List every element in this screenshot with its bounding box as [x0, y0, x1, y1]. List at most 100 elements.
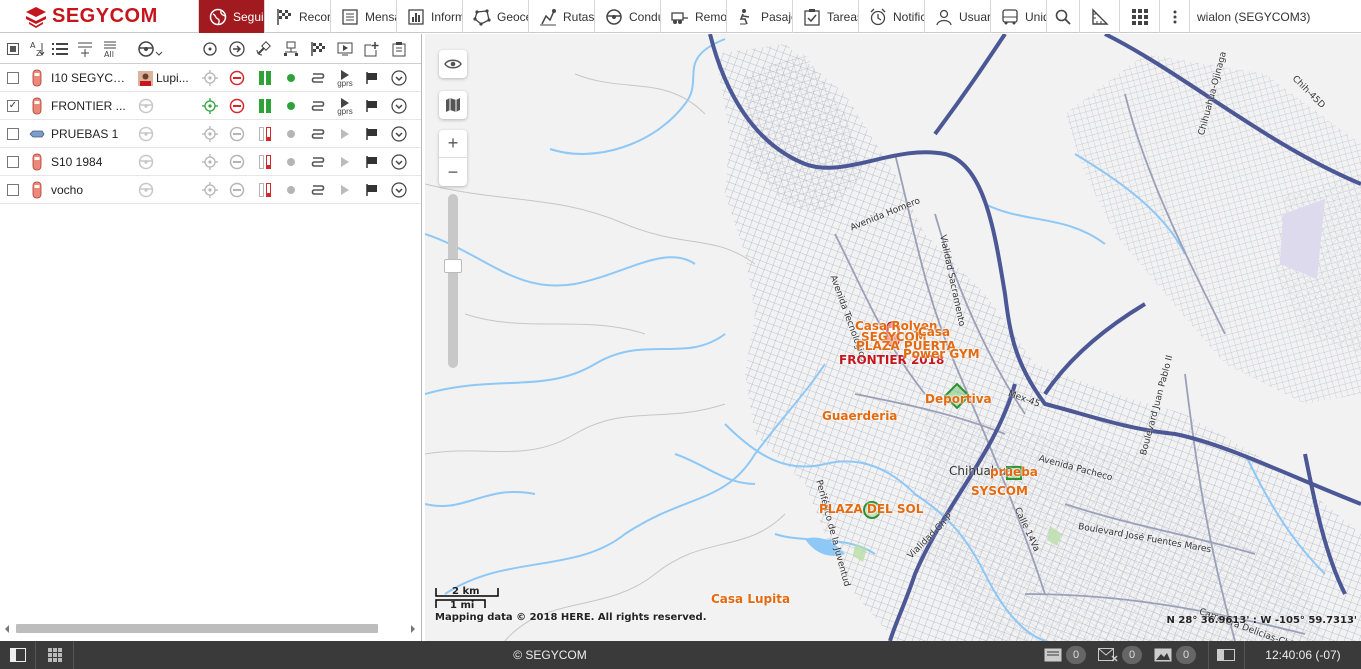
no-driver-cell[interactable] [137, 181, 155, 199]
tab-unidades[interactable]: Unidades [990, 0, 1046, 33]
send-command-button[interactable] [228, 69, 246, 87]
unit-menu-button[interactable] [390, 125, 408, 143]
scroll-right-arrow-icon[interactable] [411, 625, 415, 633]
map-label-geofence[interactable]: Power GYM [903, 347, 980, 361]
messages-counter[interactable]: 0 [1040, 641, 1090, 669]
send-command-button[interactable] [228, 181, 246, 199]
track-button[interactable] [309, 97, 327, 115]
apps-grid-button[interactable] [1119, 0, 1159, 33]
layout-switch-button[interactable] [1208, 641, 1242, 669]
flag-button[interactable] [363, 181, 381, 199]
unit-row[interactable]: PRUEBAS 1 [0, 120, 421, 148]
locate-unit-button[interactable] [201, 69, 219, 87]
unit-name[interactable]: FRONTIER ... [51, 99, 131, 113]
connection-header-button[interactable] [282, 40, 300, 58]
no-driver-cell[interactable] [137, 97, 155, 115]
driver-filter-button[interactable] [137, 40, 163, 58]
unit-row[interactable]: ✓ FRONTIER ... gprs [0, 92, 421, 120]
layers-visibility-button[interactable] [439, 50, 467, 78]
more-menu-button[interactable] [1159, 0, 1189, 33]
unit-row[interactable]: I10 SEGYCOM Lupi... gprs [0, 64, 421, 92]
tab-conductores[interactable]: Conductores [594, 0, 660, 33]
search-button[interactable] [1046, 0, 1079, 33]
add-all-button[interactable]: All [101, 40, 119, 58]
play-track-button[interactable]: gprs [334, 69, 356, 87]
tab-mensajes[interactable]: Mensajes [330, 0, 396, 33]
map-label-geofence[interactable]: PLAZA DEL SOL [819, 502, 923, 516]
play-track-button[interactable] [334, 153, 356, 171]
zoom-slider-handle[interactable] [444, 259, 462, 273]
tracks-header-button[interactable] [309, 40, 327, 58]
no-driver-cell[interactable] [137, 153, 155, 171]
map-label-geofence[interactable]: Deportiva [925, 392, 992, 406]
gps-header-button[interactable] [254, 40, 272, 58]
zoom-out-button[interactable]: − [439, 158, 467, 186]
unit-menu-button[interactable] [390, 69, 408, 87]
tab-notificaciones[interactable]: Notificaciones [858, 0, 924, 33]
unit-checkbox[interactable]: ✓ [7, 100, 19, 112]
video-header-button[interactable] [336, 40, 354, 58]
sensor-state-button[interactable] [256, 125, 274, 143]
unit-menu-button[interactable] [390, 181, 408, 199]
unit-checkbox[interactable] [7, 72, 19, 84]
tab-tareas[interactable]: Tareas [792, 0, 858, 33]
unit-name[interactable]: PRUEBAS 1 [51, 127, 131, 141]
list-view-button[interactable] [51, 40, 69, 58]
tab-recorridos[interactable]: Recorridos [264, 0, 330, 33]
play-track-button[interactable]: gprs [334, 97, 356, 115]
send-command-button[interactable] [228, 97, 246, 115]
track-button[interactable] [309, 69, 327, 87]
locate-unit-button[interactable] [201, 97, 219, 115]
scrollbar-thumb[interactable] [16, 624, 378, 633]
unit-row[interactable]: S10 1984 [0, 148, 421, 176]
sensor-state-button[interactable] [256, 97, 274, 115]
tab-seguimiento[interactable]: Seguimiento [198, 0, 264, 33]
images-counter[interactable]: 0 [1150, 641, 1200, 669]
tab-rutas[interactable]: Rutas [528, 0, 594, 33]
horizontal-scrollbar[interactable] [0, 618, 421, 640]
tab-pasajeros[interactable]: Pasajeros [726, 0, 792, 33]
locate-header-button[interactable] [201, 40, 219, 58]
flag-button[interactable] [363, 153, 381, 171]
no-driver-cell[interactable] [137, 125, 155, 143]
sensor-state-button[interactable] [256, 153, 274, 171]
tab-informes[interactable]: Informes [396, 0, 462, 33]
unit-checkbox[interactable] [7, 156, 19, 168]
sort-az-button[interactable]: AZ [29, 40, 47, 58]
add-unit-button[interactable] [363, 40, 381, 58]
track-button[interactable] [309, 181, 327, 199]
play-track-button[interactable] [334, 125, 356, 143]
map-label-geofence[interactable]: Casa [918, 325, 950, 339]
unit-menu-button[interactable] [390, 97, 408, 115]
map-label-geofence[interactable]: prueba [990, 465, 1038, 479]
layout-grid-button[interactable] [36, 641, 74, 669]
notifications-counter[interactable]: 0 [1094, 641, 1146, 669]
unit-name[interactable]: I10 SEGYCOM [51, 71, 131, 85]
track-button[interactable] [309, 125, 327, 143]
map-label-geofence[interactable]: Casa Lupita [711, 592, 790, 606]
map-label-geofence[interactable]: SYSCOM [971, 484, 1028, 498]
tab-remolques[interactable]: Remolques [660, 0, 726, 33]
brand-logo[interactable]: SEGYCOM [0, 0, 198, 33]
send-command-button[interactable] [228, 153, 246, 171]
add-to-worklist-button[interactable] [76, 40, 94, 58]
properties-header-button[interactable] [390, 40, 408, 58]
sensor-state-button[interactable] [256, 69, 274, 87]
scroll-left-arrow-icon[interactable] [5, 625, 9, 633]
tab-usuarios[interactable]: Usuarios [924, 0, 990, 33]
unit-checkbox[interactable] [7, 128, 19, 140]
toggle-panel-button[interactable] [0, 641, 36, 669]
unit-menu-button[interactable] [390, 153, 408, 171]
zoom-in-button[interactable]: + [439, 130, 467, 158]
locate-unit-button[interactable] [201, 153, 219, 171]
driver-cell[interactable]: Lupi... [138, 69, 198, 87]
flag-button[interactable] [363, 125, 381, 143]
zoom-slider[interactable] [444, 194, 462, 368]
track-button[interactable] [309, 153, 327, 171]
play-track-button[interactable] [334, 181, 356, 199]
unit-name[interactable]: vocho [51, 183, 131, 197]
send-command-button[interactable] [228, 125, 246, 143]
map-label-geofence[interactable]: Guaerderia [822, 409, 897, 423]
tab-geocercas[interactable]: Geocercas [462, 0, 528, 33]
map-source-button[interactable] [439, 91, 467, 119]
